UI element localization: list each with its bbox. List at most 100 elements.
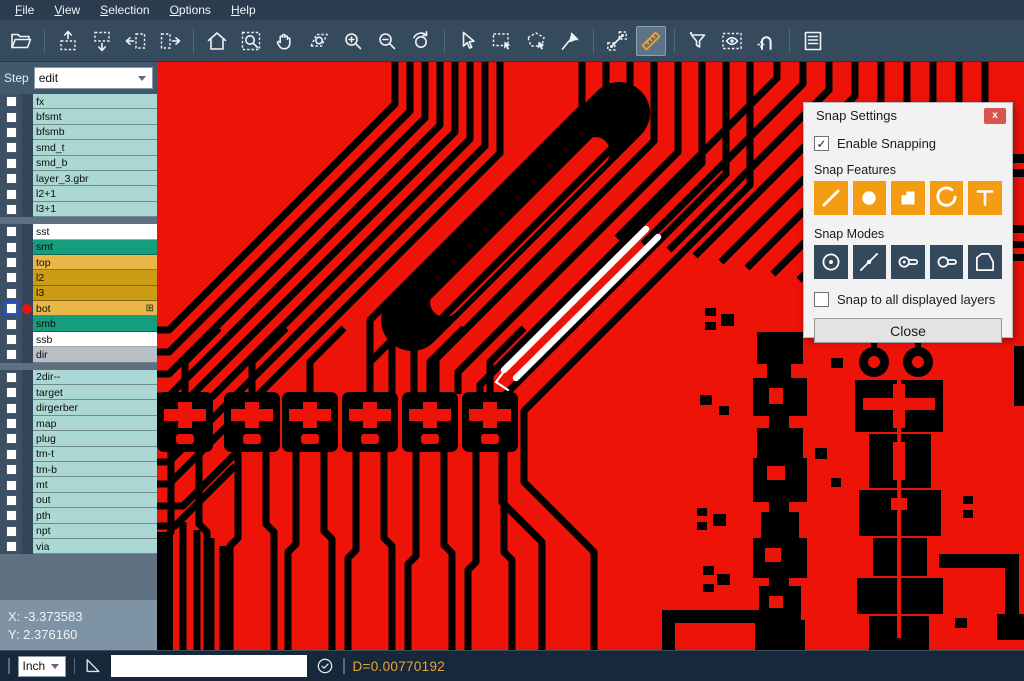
layer-item-npt[interactable]: npt	[33, 524, 157, 539]
layer-checkbox-bfsmt[interactable]	[6, 112, 17, 123]
nudge-up-button[interactable]	[53, 26, 83, 56]
layer-item-layer_3.gbr[interactable]: layer_3.gbr	[33, 171, 157, 186]
layer-checkbox-fx[interactable]	[6, 96, 17, 107]
layer-checkbox-plug[interactable]	[6, 433, 17, 444]
layer-checkbox-map[interactable]	[6, 418, 17, 429]
grid-icon[interactable]: ⊞	[146, 304, 154, 314]
filter-button[interactable]	[683, 26, 713, 56]
snap-slot-button[interactable]	[891, 245, 925, 279]
view-selection-button[interactable]	[717, 26, 747, 56]
layer-checkbox-l2[interactable]	[6, 272, 17, 283]
home-button[interactable]	[202, 26, 232, 56]
layer-checkbox-bot[interactable]	[6, 303, 17, 314]
zoom-previous-button[interactable]	[406, 26, 436, 56]
nudge-left-button[interactable]	[121, 26, 151, 56]
unit-dropdown[interactable]: Inch	[18, 656, 66, 677]
layer-checkbox-ssb[interactable]	[6, 334, 17, 345]
sync-check-icon[interactable]	[315, 656, 335, 676]
layer-checkbox-sst[interactable]	[6, 226, 17, 237]
close-button[interactable]: Close	[814, 318, 1002, 343]
layer-checkbox-target[interactable]	[6, 387, 17, 398]
layer-item-ssb[interactable]: ssb	[33, 332, 157, 347]
select-region-button[interactable]	[521, 26, 551, 56]
ruler-button[interactable]	[636, 26, 666, 56]
layer-item-2dir--[interactable]: 2dir--	[33, 370, 157, 385]
layer-item-mt[interactable]: mt	[33, 477, 157, 492]
select-rect-button[interactable]	[487, 26, 517, 56]
layer-checkbox-mt[interactable]	[6, 480, 17, 491]
menu-help[interactable]: Help	[222, 2, 265, 18]
layer-item-bot[interactable]: bot⊞	[33, 301, 157, 316]
layer-checkbox-via[interactable]	[6, 541, 17, 552]
layer-item-l2+1[interactable]: l2+1	[33, 186, 157, 201]
snap-surface-button[interactable]	[891, 181, 925, 215]
snap-arc-button[interactable]	[930, 181, 964, 215]
layer-checkbox-bfsmb[interactable]	[6, 127, 17, 138]
open-folder-button[interactable]	[6, 26, 36, 56]
command-input[interactable]	[111, 655, 307, 677]
layer-item-bfsmt[interactable]: bfsmt	[33, 109, 157, 124]
zoom-in-button[interactable]	[338, 26, 368, 56]
menu-options[interactable]: Options	[161, 2, 220, 18]
pan-hand-button[interactable]	[270, 26, 300, 56]
layer-checkbox-smb[interactable]	[6, 319, 17, 330]
snap-line-button[interactable]	[814, 181, 848, 215]
layer-checkbox-smd_t[interactable]	[6, 142, 17, 153]
snap-outline-button[interactable]	[930, 245, 964, 279]
step-dropdown[interactable]: edit	[34, 67, 153, 89]
layer-item-pth[interactable]: pth	[33, 508, 157, 523]
layer-checkbox-dirgerber[interactable]	[6, 403, 17, 414]
layer-item-out[interactable]: out	[33, 493, 157, 508]
measure-line-button[interactable]	[602, 26, 632, 56]
layer-item-dirgerber[interactable]: dirgerber	[33, 400, 157, 415]
layer-item-dir[interactable]: dir	[33, 347, 157, 362]
snap-all-layers-checkbox[interactable]	[814, 292, 829, 307]
layer-item-top[interactable]: top	[33, 255, 157, 270]
layer-checkbox-l3[interactable]	[6, 288, 17, 299]
layer-checkbox-layer_3.gbr[interactable]	[6, 173, 17, 184]
snap-corner-button[interactable]	[968, 245, 1002, 279]
layer-item-l2[interactable]: l2	[33, 270, 157, 285]
layer-checkbox-l2+1[interactable]	[6, 189, 17, 200]
layer-checkbox-top[interactable]	[6, 257, 17, 268]
menu-file[interactable]: File	[6, 2, 43, 18]
layer-checkbox-2dir--[interactable]	[6, 372, 17, 383]
layer-checkbox-pth[interactable]	[6, 510, 17, 521]
zoom-window-button[interactable]	[236, 26, 266, 56]
enable-snapping-checkbox[interactable]: ✓	[814, 136, 829, 151]
layer-item-tm-b[interactable]: tm-b	[33, 462, 157, 477]
layer-item-smd_b[interactable]: smd_b	[33, 156, 157, 171]
layer-item-l3+1[interactable]: l3+1	[33, 202, 157, 217]
nudge-down-button[interactable]	[87, 26, 117, 56]
report-list-button[interactable]	[798, 26, 828, 56]
snap-pad-button[interactable]	[853, 181, 887, 215]
menu-selection[interactable]: Selection	[91, 2, 158, 18]
close-icon[interactable]: x	[984, 108, 1006, 124]
layer-item-via[interactable]: via	[33, 539, 157, 554]
layer-checkbox-out[interactable]	[6, 495, 17, 506]
layer-item-bfsmb[interactable]: bfsmb	[33, 125, 157, 140]
layer-item-plug[interactable]: plug	[33, 431, 157, 446]
repaint-brush-button[interactable]	[555, 26, 585, 56]
layer-checkbox-smt[interactable]	[6, 242, 17, 253]
snap-midpoint-button[interactable]	[853, 245, 887, 279]
select-cursor-button[interactable]	[453, 26, 483, 56]
nudge-right-button[interactable]	[155, 26, 185, 56]
layer-checkbox-dir[interactable]	[6, 349, 17, 360]
layer-item-smt[interactable]: smt	[33, 240, 157, 255]
zoom-out-button[interactable]	[372, 26, 402, 56]
net-trace-button[interactable]	[751, 26, 781, 56]
snap-text-button[interactable]	[968, 181, 1002, 215]
layer-item-target[interactable]: target	[33, 385, 157, 400]
layer-item-smd_t[interactable]: smd_t	[33, 140, 157, 155]
layer-checkbox-l3+1[interactable]	[6, 204, 17, 215]
snap-center-button[interactable]	[814, 245, 848, 279]
corner-angle-icon[interactable]	[83, 656, 103, 676]
layer-checkbox-npt[interactable]	[6, 526, 17, 537]
layer-checkbox-tm-t[interactable]	[6, 449, 17, 460]
layer-item-sst[interactable]: sst	[33, 224, 157, 239]
layer-item-smb[interactable]: smb	[33, 316, 157, 331]
zoom-dynamic-button[interactable]	[304, 26, 334, 56]
layer-item-map[interactable]: map	[33, 416, 157, 431]
layer-checkbox-smd_b[interactable]	[6, 158, 17, 169]
